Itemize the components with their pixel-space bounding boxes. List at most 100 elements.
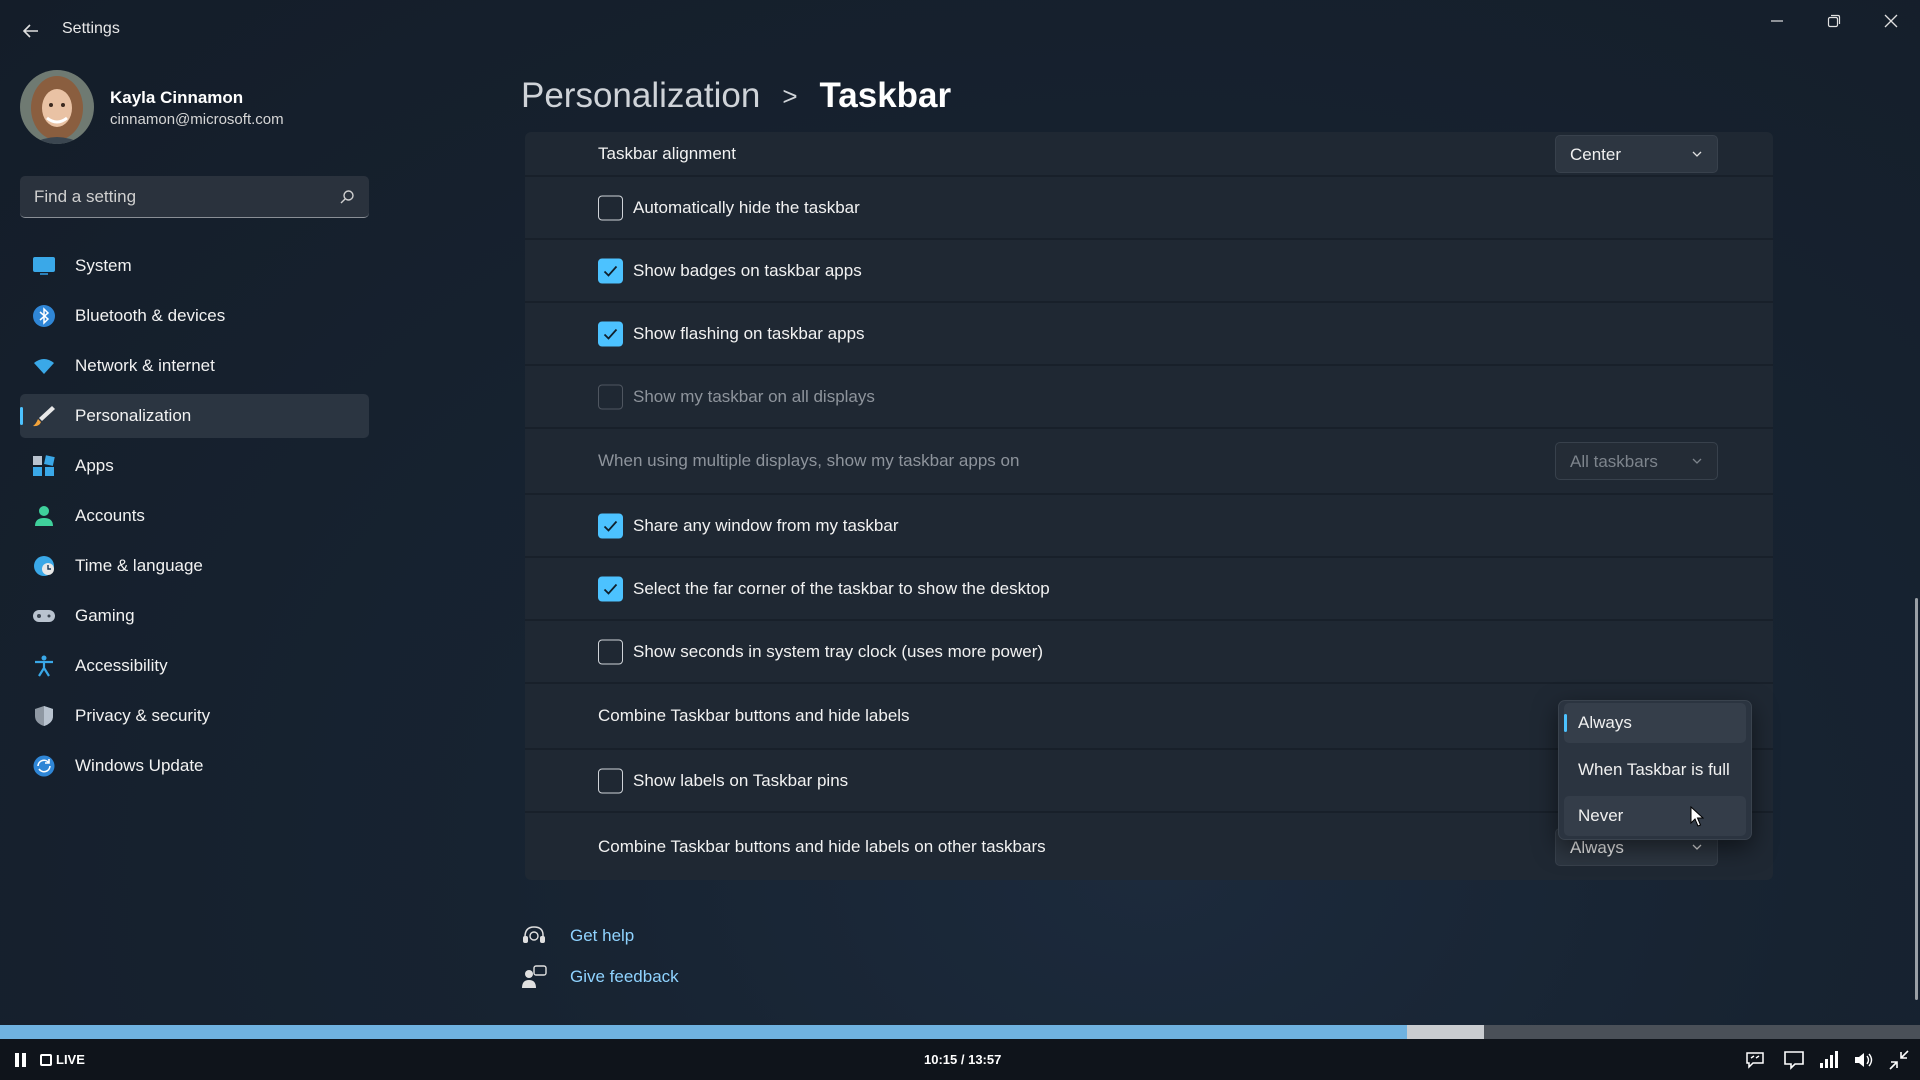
- setting-label: Show my taskbar on all displays: [633, 386, 875, 406]
- share-window-checkbox[interactable]: [598, 513, 623, 538]
- dropdown-option-never[interactable]: Never: [1564, 796, 1746, 836]
- setting-row-share-window[interactable]: Share any window from my taskbar: [525, 495, 1773, 558]
- setting-label: Taskbar alignment: [598, 143, 736, 163]
- close-button[interactable]: [1868, 6, 1914, 36]
- sidebar-item-windows-update[interactable]: Windows Update: [20, 744, 369, 788]
- mouse-cursor-icon: [1690, 806, 1704, 827]
- alignment-dropdown[interactable]: Center: [1555, 134, 1718, 173]
- sidebar-item-accounts[interactable]: Accounts: [20, 494, 369, 538]
- get-help-label[interactable]: Get help: [570, 926, 634, 946]
- setting-label: Show flashing on taskbar apps: [633, 323, 865, 343]
- restore-button[interactable]: [1811, 6, 1857, 36]
- live-label: LIVE: [56, 1052, 85, 1067]
- dropdown-value: All taskbars: [1570, 452, 1658, 471]
- auto-hide-checkbox[interactable]: [598, 195, 623, 220]
- setting-label: Share any window from my taskbar: [633, 515, 899, 535]
- chevron-down-icon: [1692, 151, 1702, 157]
- accessibility-icon: [35, 655, 53, 677]
- app-title: Settings: [62, 20, 120, 37]
- monitor-icon: [33, 257, 55, 275]
- sidebar-item-label: System: [75, 256, 132, 275]
- flashing-checkbox[interactable]: [598, 321, 623, 346]
- sidebar-item-privacy[interactable]: Privacy & security: [20, 694, 369, 738]
- setting-label: Select the far corner of the taskbar to …: [633, 578, 1050, 598]
- breadcrumb: Personalization > Taskbar: [521, 72, 951, 120]
- setting-row-auto-hide[interactable]: Automatically hide the taskbar: [525, 177, 1773, 240]
- apps-icon: [33, 455, 55, 476]
- sidebar-item-accessibility[interactable]: Accessibility: [20, 644, 369, 688]
- checkmark-icon: [603, 265, 618, 277]
- avatar-photo-icon: [20, 70, 94, 144]
- update-icon: [33, 755, 55, 777]
- back-button[interactable]: [18, 18, 44, 44]
- chevron-down-icon: [1692, 844, 1702, 850]
- dropdown-value: Center: [1570, 144, 1622, 164]
- give-feedback-link[interactable]: Give feedback: [521, 963, 679, 991]
- far-corner-checkbox[interactable]: [598, 576, 623, 601]
- dropdown-option-when-full[interactable]: When Taskbar is full: [1564, 750, 1746, 790]
- sidebar-item-personalization[interactable]: Personalization: [20, 394, 369, 438]
- setting-row-alignment: Taskbar alignment Center: [525, 132, 1773, 177]
- sidebar-item-label: Bluetooth & devices: [75, 306, 226, 325]
- setting-row-seconds[interactable]: Show seconds in system tray clock (uses …: [525, 621, 1773, 684]
- multi-display-dropdown: All taskbars: [1555, 442, 1718, 480]
- exit-fullscreen-icon[interactable]: [1888, 1049, 1910, 1071]
- dropdown-option-always[interactable]: Always: [1564, 703, 1746, 743]
- checkmark-icon: [603, 520, 618, 532]
- chat-icon[interactable]: [1783, 1049, 1805, 1071]
- bluetooth-icon: [33, 305, 55, 327]
- seconds-checkbox[interactable]: [598, 639, 623, 664]
- avatar: [20, 70, 94, 144]
- title-bar: Settings: [0, 0, 1920, 60]
- combine-dropdown-popup: Always When Taskbar is full Never: [1558, 700, 1752, 840]
- checkmark-icon: [603, 583, 618, 595]
- wifi-icon: [34, 359, 54, 374]
- setting-row-far-corner[interactable]: Select the far corner of the taskbar to …: [525, 558, 1773, 621]
- back-arrow-icon: [22, 24, 38, 38]
- setting-row-flashing[interactable]: Show flashing on taskbar apps: [525, 303, 1773, 366]
- search-input[interactable]: [34, 186, 324, 208]
- sidebar-item-apps[interactable]: Apps: [20, 444, 369, 488]
- minimize-button[interactable]: [1754, 6, 1800, 36]
- setting-row-badges[interactable]: Show badges on taskbar apps: [525, 240, 1773, 303]
- shield-icon: [35, 706, 53, 726]
- user-profile[interactable]: Kayla Cinnamon cinnamon@microsoft.com: [20, 70, 380, 146]
- search-box[interactable]: [20, 176, 369, 218]
- get-help-link[interactable]: Get help: [521, 922, 634, 950]
- sidebar-item-system[interactable]: System: [20, 244, 369, 288]
- person-icon: [35, 506, 53, 526]
- search-icon[interactable]: [339, 189, 355, 205]
- volume-icon[interactable]: [1853, 1049, 1875, 1071]
- video-progress-bar[interactable]: [0, 1025, 1920, 1039]
- scrollbar-thumb[interactable]: [1915, 598, 1918, 1000]
- sidebar-item-label: Accessibility: [75, 656, 168, 675]
- sidebar-item-label: Gaming: [75, 606, 135, 625]
- setting-label: Combine Taskbar buttons and hide labels: [598, 706, 910, 725]
- help-icon: [523, 926, 545, 943]
- sidebar-item-label: Windows Update: [75, 756, 204, 775]
- sidebar-item-bluetooth[interactable]: Bluetooth & devices: [20, 294, 369, 338]
- live-indicator-icon: [40, 1053, 52, 1066]
- sidebar-nav: System Bluetooth & devices Network & int…: [20, 244, 369, 794]
- gamepad-icon: [33, 610, 55, 622]
- sidebar-item-network[interactable]: Network & internet: [20, 344, 369, 388]
- setting-label: Combine Taskbar buttons and hide labels …: [598, 836, 1046, 856]
- labels-pins-checkbox[interactable]: [598, 768, 623, 793]
- quality-bars-icon[interactable]: [1817, 1049, 1839, 1071]
- sidebar-item-label: Personalization: [75, 406, 192, 425]
- captions-icon[interactable]: [1744, 1049, 1766, 1071]
- breadcrumb-parent[interactable]: Personalization: [521, 76, 760, 116]
- globe-clock-icon: [34, 556, 54, 576]
- pause-icon[interactable]: [12, 1051, 30, 1069]
- chevron-down-icon: [1692, 458, 1702, 464]
- live-badge[interactable]: LIVE: [40, 1052, 85, 1067]
- sidebar-item-gaming[interactable]: Gaming: [20, 594, 369, 638]
- minimize-icon: [1771, 20, 1783, 22]
- progress-played: [0, 1025, 1408, 1039]
- sidebar-item-time-language[interactable]: Time & language: [20, 544, 369, 588]
- brush-icon: [33, 406, 55, 427]
- user-email: cinnamon@microsoft.com: [110, 111, 284, 128]
- badges-checkbox[interactable]: [598, 258, 623, 283]
- user-name: Kayla Cinnamon: [110, 88, 244, 107]
- give-feedback-label[interactable]: Give feedback: [570, 967, 679, 987]
